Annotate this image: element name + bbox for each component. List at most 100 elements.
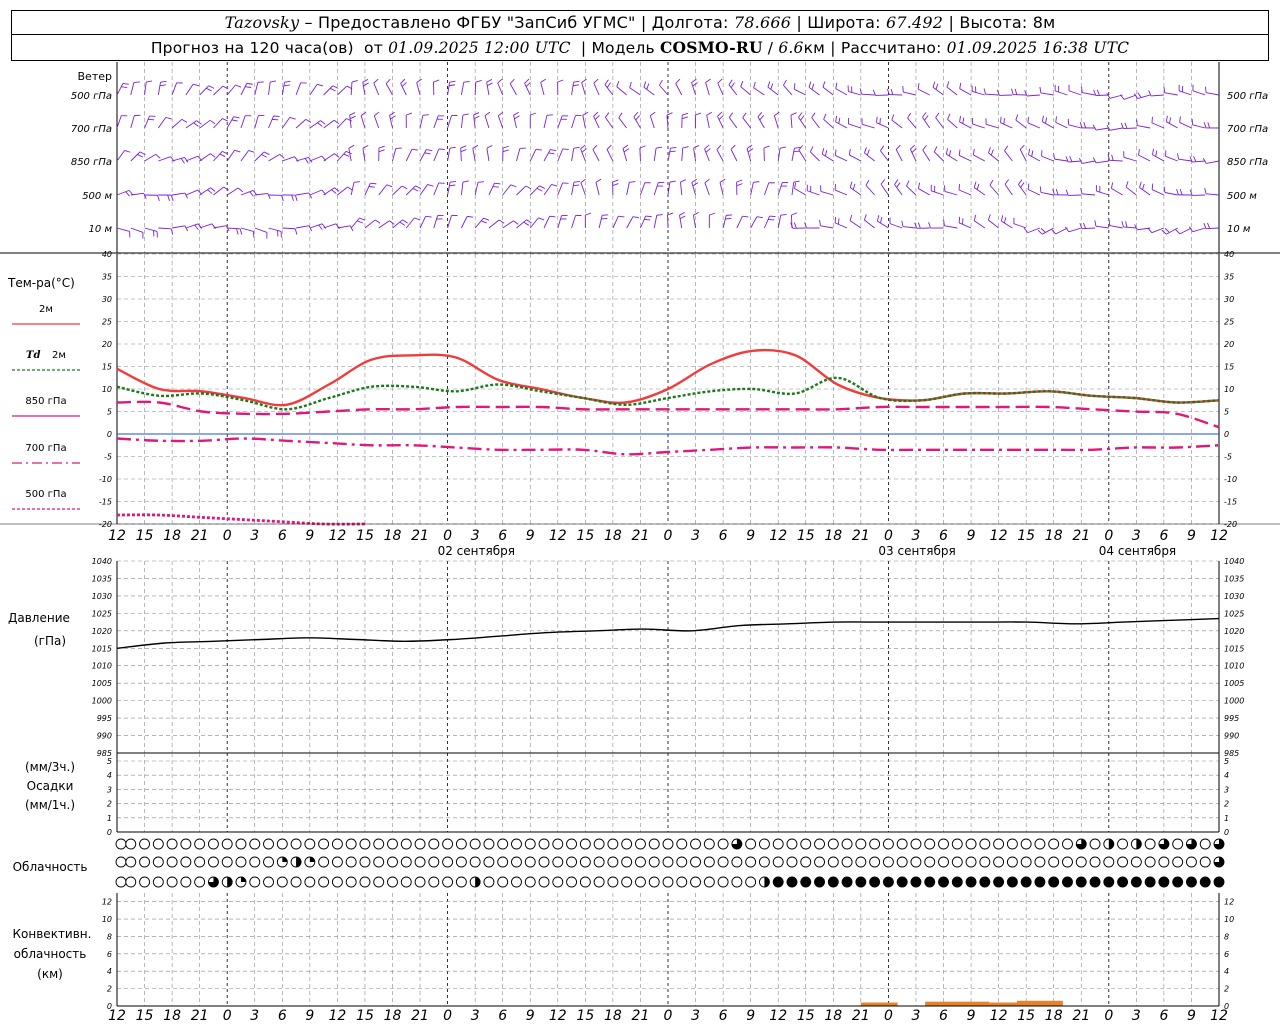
wind-barb [728, 79, 738, 96]
cloud-cover-ring [979, 856, 991, 868]
wind-barb [626, 181, 636, 196]
wind-barb [557, 115, 569, 129]
wind-barb-shaft [822, 86, 834, 96]
wind-barb [323, 85, 339, 96]
wind-barb-flag [345, 150, 352, 155]
wind-barb-flag [535, 148, 542, 151]
wind-barb-flag [193, 83, 200, 87]
wind-barb-flag [263, 151, 270, 156]
wind-barb-shaft [918, 188, 930, 196]
wind-barb [914, 222, 930, 229]
wind-barb [1037, 227, 1054, 235]
temp-x-tick-label: 15 [136, 528, 154, 544]
cloud-cover-symbol [263, 838, 274, 850]
wind-barb [653, 146, 663, 162]
wind-barb [1068, 84, 1082, 96]
wind-barb-shaft [750, 182, 754, 196]
wind-barb-shaft [598, 215, 603, 229]
cloud-cover-ring [166, 876, 178, 888]
wind-barb-flag [704, 144, 710, 150]
wind-barb-shaft [571, 182, 575, 196]
wind-barb [460, 180, 469, 196]
wind-barb [1123, 151, 1137, 162]
wind-barb [1041, 150, 1054, 162]
cloud-cover-symbol [676, 876, 688, 888]
wind-barb-shaft [1166, 121, 1178, 129]
wind-barb-flag [835, 115, 838, 122]
wind-barb [516, 219, 532, 229]
conv-bar [989, 1002, 1017, 1006]
wind-barb [337, 186, 353, 196]
wind-barb-shaft [626, 216, 634, 229]
cloud-cover-ring [979, 838, 991, 850]
cloud-cover-symbol [115, 856, 127, 868]
temp-tick-right: 35 [1224, 273, 1234, 282]
cloud-cover-ring [965, 838, 977, 850]
wind-barb [1151, 183, 1165, 196]
wind-barb-shaft [1019, 149, 1027, 162]
wind-barb-shaft [1082, 193, 1096, 196]
wind-barb-shaft [116, 227, 130, 232]
wind-barb-flag [460, 145, 467, 149]
wind-barb [584, 212, 592, 229]
wind-barb-flag [550, 149, 557, 152]
wind-barb [1152, 148, 1165, 162]
wind-barb-flag [234, 149, 241, 153]
cloud-cover-symbol [400, 856, 412, 868]
wind-barb-shaft [593, 82, 600, 96]
wind-barb [213, 118, 228, 129]
wind-barb-flag [989, 179, 994, 186]
wind-barb [144, 194, 160, 202]
temp-tick-left: 10 [102, 385, 112, 394]
cloud-cover-ring [1089, 838, 1101, 850]
wind-barb-flag [233, 116, 240, 119]
cloud-cover-ring [717, 856, 729, 868]
cloud-cover-symbol [290, 876, 302, 888]
wind-barb [116, 227, 131, 238]
wind-barb [667, 146, 677, 162]
wind-barb-flag [763, 145, 770, 149]
wind-barb-flag [193, 122, 199, 127]
wind-barb-flag [1106, 124, 1111, 131]
wind-barb [1106, 124, 1123, 131]
cloud-cover-symbol [1020, 856, 1032, 868]
cloud-cover-symbol [221, 856, 233, 868]
wind-barb-flag [386, 184, 393, 188]
wind-barb [1039, 86, 1054, 96]
wind-barb [902, 86, 917, 96]
cloud-cover-ring [552, 876, 564, 888]
wind-barb-shaft [392, 185, 403, 196]
temp-x-tick-label: 12 [549, 528, 567, 544]
cloud-cover-symbol [1020, 876, 1032, 888]
cloud-cover-symbol [827, 838, 839, 850]
wind-barb-flag [351, 80, 358, 83]
wind-barb-flag [922, 112, 927, 118]
cloud-cover-symbol [607, 856, 619, 868]
wind-barb-shaft [988, 219, 999, 229]
wind-barb [757, 111, 765, 129]
cloud-cover-ring [221, 856, 233, 868]
wind-barb-flag [670, 146, 677, 149]
wind-barb-shaft [226, 150, 235, 162]
wind-barb-flag [808, 81, 812, 88]
cloud-cover-symbol [511, 838, 522, 850]
wind-barb [419, 215, 432, 229]
wind-barb [199, 119, 216, 129]
wind-barb-shaft [862, 123, 875, 129]
wind-barb-shaft [185, 155, 199, 162]
wind-barb-flag [1003, 118, 1005, 125]
cloud-cover-symbol [152, 838, 164, 850]
cloud-cover-ring [1020, 856, 1032, 868]
cloud-cover-ring [221, 838, 233, 850]
cloud-cover-symbol [1034, 856, 1046, 868]
wind-barb [323, 187, 340, 196]
wind-barb-flag [1179, 189, 1183, 196]
wind-barb-flag [433, 79, 440, 83]
wind-barb [848, 148, 862, 162]
wind-barb [130, 81, 140, 96]
bottom-x-tick-label: 6 [939, 1008, 948, 1024]
wind-barb [1204, 187, 1220, 196]
cloud-cover-symbol [662, 838, 674, 850]
wind-barb-shaft [513, 115, 517, 129]
wind-barb [823, 113, 834, 129]
